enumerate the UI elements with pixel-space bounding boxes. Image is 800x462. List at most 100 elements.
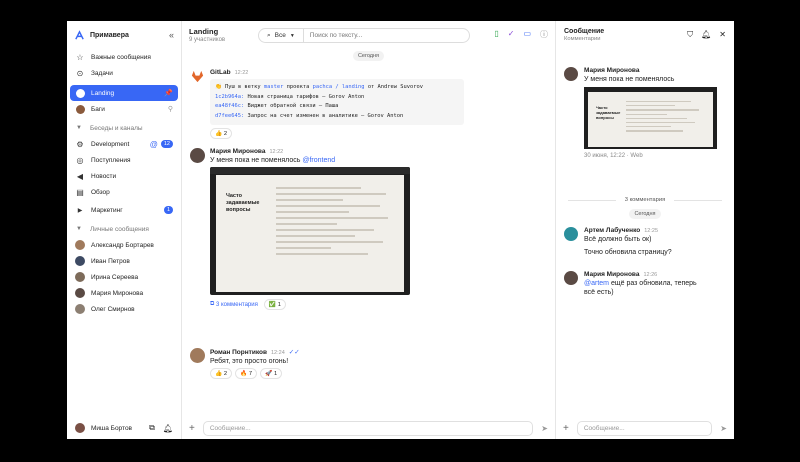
message-time: 12:25 xyxy=(644,228,659,234)
globe-icon: ◎ xyxy=(76,155,84,165)
reaction-chip[interactable]: 🚀 1 xyxy=(260,368,283,379)
pin-icon[interactable]: ⚲ xyxy=(168,105,173,113)
sidebar-item-person[interactable]: Иван Петров xyxy=(70,253,178,269)
branch-link[interactable]: master xyxy=(264,84,283,90)
close-icon[interactable]: ✕ xyxy=(719,30,726,40)
commit-hash-link[interactable]: d7fee645: xyxy=(215,113,244,119)
sidebar-item-person[interactable]: Олег Смирнов xyxy=(70,301,178,317)
thread-title: Сообщение xyxy=(564,28,605,35)
sidebar-item-bugs[interactable]: Баги ⚲ xyxy=(70,101,178,117)
collapse-sidebar-icon[interactable]: « xyxy=(169,30,174,40)
unread-badge: 12 xyxy=(160,140,173,148)
chevron-right-icon: ▶ xyxy=(77,207,83,214)
chat-members[interactable]: 9 участников xyxy=(189,37,225,43)
message-time: 12:26 xyxy=(643,272,658,278)
commit-row: ea48f46c: Виджет обратной связи — Паша xyxy=(215,103,339,109)
message-time: 12:22 xyxy=(234,70,249,76)
reaction-chip[interactable]: 👍 2 xyxy=(210,128,233,139)
avatar[interactable] xyxy=(564,67,578,81)
chevron-down-icon: ▼ xyxy=(289,32,295,39)
search-scope-select[interactable]: ⌕ Все ▼ xyxy=(259,29,304,42)
message-input[interactable]: Сообщение... xyxy=(202,420,534,436)
reaction-chip[interactable]: 👍 2 xyxy=(210,368,233,379)
read-check-icon: ✓✓ xyxy=(288,349,300,356)
message-author[interactable]: Мария Миронова xyxy=(584,271,639,278)
section-chats-header[interactable]: ▼ Беседы и каналы xyxy=(70,120,178,136)
project-link[interactable]: pachca / landing xyxy=(313,84,365,90)
sidebar-item-marketing[interactable]: ▶ Маркетинг 1 xyxy=(70,202,178,218)
sidebar-item-development[interactable]: ⚙ Development @ 12 xyxy=(70,136,178,152)
reaction-chip[interactable]: 🔥 7 xyxy=(235,368,258,379)
message-author[interactable]: Артем Лабученко xyxy=(584,227,640,234)
message-author[interactable]: Мария Миронова xyxy=(584,67,717,74)
sidebar-item-person[interactable]: Александр Бортарев xyxy=(70,237,178,253)
thread-composer: + Сообщение... ➤ xyxy=(556,417,734,439)
comments-count-divider: 3 комментария xyxy=(556,197,734,203)
thread-comments-link[interactable]: ⧉ 3 комментария xyxy=(210,299,258,310)
thread-comment: Артем Лабученко 12:25 Всё должно быть ок)… xyxy=(564,227,726,256)
avatar xyxy=(75,288,85,298)
sidebar-item-tasks[interactable]: ⊙ Задачи xyxy=(70,65,178,81)
thread-panel: Сообщение Комментарии ⛉ 🔔︎ ✕ Мария Мирон… xyxy=(556,21,734,439)
sidebar-item-overview[interactable]: ▤ Обзор xyxy=(70,184,178,200)
thread-message-input[interactable]: Сообщение... xyxy=(576,420,713,436)
sidebar-item-landing[interactable]: Landing 📌 xyxy=(70,85,178,101)
avatar[interactable] xyxy=(564,271,578,285)
message-time: 12:24 xyxy=(270,350,285,356)
check-circle-icon[interactable]: ✓ xyxy=(508,29,515,40)
current-user-name[interactable]: Миша Бортов xyxy=(91,425,141,432)
avatar[interactable] xyxy=(75,423,85,433)
workspace-logo-icon xyxy=(75,29,84,39)
messenger-window: Примавера « ☆ Важные сообщения ⊙ Задачи … xyxy=(67,21,734,439)
avatar[interactable] xyxy=(190,148,205,163)
message-author[interactable]: Мария Миронова xyxy=(210,148,265,155)
sidebar-item-important[interactable]: ☆ Важные сообщения xyxy=(70,49,178,65)
message-author[interactable]: Роман Порнтиков xyxy=(210,349,267,356)
send-icon[interactable]: ➤ xyxy=(720,424,727,433)
sidebar: Примавера « ☆ Важные сообщения ⊙ Задачи … xyxy=(67,21,182,439)
send-icon[interactable]: ➤ xyxy=(541,424,548,433)
workspace-header[interactable]: Примавера « xyxy=(67,21,181,49)
screenshot-attachment[interactable]: Часто задаваемые вопросы xyxy=(584,87,717,149)
avatar[interactable] xyxy=(564,227,578,241)
clipboard-icon[interactable]: ▯ xyxy=(494,29,498,40)
commit-hash-link[interactable]: ea48f46c: xyxy=(215,103,244,109)
attach-plus-icon[interactable]: + xyxy=(189,423,195,434)
commit-hash-link[interactable]: 1c2b964a: xyxy=(215,94,244,100)
new-chat-icon[interactable]: ⧉ xyxy=(149,423,155,433)
avatar xyxy=(75,240,85,250)
mention-link[interactable]: @artem xyxy=(584,280,609,287)
sidebar-item-person[interactable]: Мария Миронова xyxy=(70,285,178,301)
message-list: Сегодня GitLab 12:22 👏 Пуш в ветку master… xyxy=(182,49,555,417)
search-input[interactable]: Поиск по тексту... xyxy=(304,32,363,39)
message-gitlab: GitLab 12:22 👏 Пуш в ветку master проекта… xyxy=(190,69,547,139)
avatar xyxy=(75,256,85,266)
comments-icon: ⧉ xyxy=(210,301,215,307)
avatar xyxy=(75,304,85,314)
bookmark-icon[interactable]: ⛉ xyxy=(687,30,693,40)
megaphone-icon: ◀ xyxy=(76,171,84,181)
screenshot-attachment[interactable]: Часто задаваемые вопросы xyxy=(210,167,410,295)
commit-row: d7fee645: Запрос на счет изменен в анали… xyxy=(215,112,404,119)
bell-icon[interactable]: 🔔︎ xyxy=(701,30,711,40)
section-personal-header[interactable]: ▼ Личные сообщения xyxy=(70,221,178,237)
video-call-icon[interactable]: ▭ xyxy=(523,29,531,40)
pin-icon[interactable]: 📌 xyxy=(164,89,173,97)
avatar[interactable] xyxy=(190,348,205,363)
info-icon[interactable]: ⓘ xyxy=(540,29,548,40)
chat-title: Landing xyxy=(189,27,219,36)
gitlab-logo-icon xyxy=(191,70,204,83)
sidebar-item-person[interactable]: Ирина Сереева xyxy=(70,269,178,285)
channel-avatar-icon xyxy=(75,104,85,114)
sidebar-item-incoming[interactable]: ◎ Поступления xyxy=(70,152,178,168)
attach-plus-icon[interactable]: + xyxy=(563,423,569,434)
check-circle-icon: ⊙ xyxy=(76,68,84,78)
message-author[interactable]: GitLab xyxy=(210,69,231,76)
mention-link[interactable]: @frontend xyxy=(302,157,335,164)
reaction-chip[interactable]: ✅ 1 xyxy=(263,299,286,310)
search-bar[interactable]: ⌕ Все ▼ Поиск по тексту... xyxy=(258,28,470,43)
sidebar-item-news[interactable]: ◀ Новости xyxy=(70,168,178,184)
message-time: 12:22 xyxy=(269,149,284,155)
thread-subtitle: Комментарии xyxy=(564,36,601,42)
bell-icon[interactable]: 🔔︎ xyxy=(163,424,173,433)
